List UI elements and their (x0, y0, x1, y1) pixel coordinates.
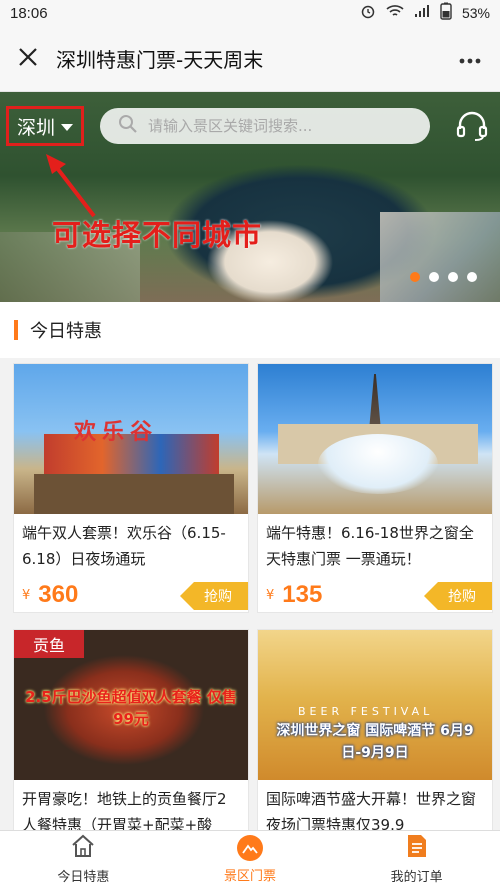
carousel-dot[interactable] (429, 272, 439, 282)
product-image: BEER FESTIVAL 深圳世界之窗 国际啤酒节 6月9日-9月9日 (258, 630, 492, 780)
product-image-caption: 2.5斤巴沙鱼超值双人套餐 仅售99元 (25, 688, 237, 728)
close-button[interactable] (0, 26, 56, 92)
title-bar: 深圳特惠门票-天天周末 (0, 26, 500, 92)
search-bar[interactable] (100, 108, 430, 144)
nav-item-scenic-tickets[interactable]: 景区门票 (167, 831, 334, 888)
carousel-dot[interactable] (467, 272, 477, 282)
battery-icon (440, 2, 452, 24)
search-input[interactable] (148, 117, 408, 135)
more-dots-icon (459, 49, 481, 68)
annotation-text: 可选择不同城市 (52, 218, 263, 252)
search-icon (118, 114, 138, 138)
restaurant-logo: 贡鱼 (14, 630, 84, 658)
product-price: 360 (38, 581, 79, 608)
home-icon (70, 834, 96, 862)
carousel-dot[interactable] (448, 272, 458, 282)
product-grid: 欢乐谷 端午双人套票！欢乐谷（6.15-6.18）日夜场通玩 ¥ 360 抢购 … (0, 358, 500, 845)
city-selector[interactable]: 深圳 (6, 106, 84, 146)
festival-english-title: BEER FESTIVAL (298, 705, 434, 718)
buy-button[interactable]: 抢购 (180, 582, 248, 610)
more-button[interactable] (440, 26, 500, 92)
product-image-caption: 深圳世界之窗 国际啤酒节 6月9日-9月9日 (276, 723, 474, 761)
alarm-icon (360, 3, 376, 23)
product-card[interactable]: BEER FESTIVAL 深圳世界之窗 国际啤酒节 6月9日-9月9日 国际啤… (257, 629, 493, 845)
carousel-dots (410, 272, 477, 282)
banner-image-city-right (380, 212, 500, 302)
product-price: 135 (282, 581, 323, 608)
section-accent-bar (14, 320, 18, 340)
caret-down-icon (61, 123, 73, 131)
carousel-dot[interactable] (410, 272, 420, 282)
city-label: 深圳 (16, 116, 55, 139)
status-bar: 18:06 53% (0, 0, 500, 26)
currency-symbol: ¥ (266, 587, 275, 603)
headset-icon (455, 109, 489, 147)
nav-item-my-orders[interactable]: 我的订单 (333, 831, 500, 888)
bottom-nav: 今日特惠 景区门票 我的订单 (0, 830, 500, 888)
buy-button[interactable]: 抢购 (424, 582, 492, 610)
product-card[interactable]: 端午特惠！6.16-18世界之窗全天特惠门票 一票通玩！ ¥ 135 抢购 (257, 363, 493, 613)
price-row: ¥ 360 抢购 (14, 578, 248, 612)
customer-service-button[interactable] (452, 110, 492, 146)
product-name: 端午双人套票！欢乐谷（6.15-6.18）日夜场通玩 (22, 524, 226, 568)
product-name: 端午特惠！6.16-18世界之窗全天特惠门票 一票通玩！ (266, 524, 474, 568)
currency-symbol: ¥ (22, 587, 31, 603)
product-image (258, 364, 492, 514)
product-image: 贡鱼 2.5斤巴沙鱼超值双人套餐 仅售99元 (14, 630, 248, 780)
close-icon (18, 47, 38, 71)
nav-label: 今日特惠 (57, 870, 110, 885)
app-screen: 18:06 53% 深圳特惠门票-天天周末 可选择不同城市 深圳 请输入景区关键… (0, 0, 500, 888)
mountain-icon (237, 835, 263, 861)
nav-label: 景区门票 (224, 869, 277, 884)
page-title: 深圳特惠门票-天天周末 (56, 48, 264, 72)
signal-icon (414, 4, 430, 22)
price-row: ¥ 135 抢购 (258, 578, 492, 612)
nav-item-today-deals[interactable]: 今日特惠 (0, 831, 167, 888)
product-card[interactable]: 贡鱼 2.5斤巴沙鱼超值双人套餐 仅售99元 开胃豪吃！地铁上的贡鱼餐厅2人餐特… (13, 629, 249, 845)
product-image: 欢乐谷 (14, 364, 248, 514)
product-image-caption: 欢乐谷 (74, 420, 159, 445)
status-icons: 53% (360, 2, 490, 24)
section-header: 今日特惠 (0, 302, 500, 358)
product-card[interactable]: 欢乐谷 端午双人套票！欢乐谷（6.15-6.18）日夜场通玩 ¥ 360 抢购 (13, 363, 249, 613)
wifi-icon (386, 4, 404, 22)
nav-label: 我的订单 (390, 870, 443, 885)
order-list-icon (406, 834, 428, 862)
status-time: 18:06 (10, 4, 48, 22)
section-title: 今日特惠 (30, 321, 102, 342)
battery-percent: 53% (461, 5, 490, 21)
